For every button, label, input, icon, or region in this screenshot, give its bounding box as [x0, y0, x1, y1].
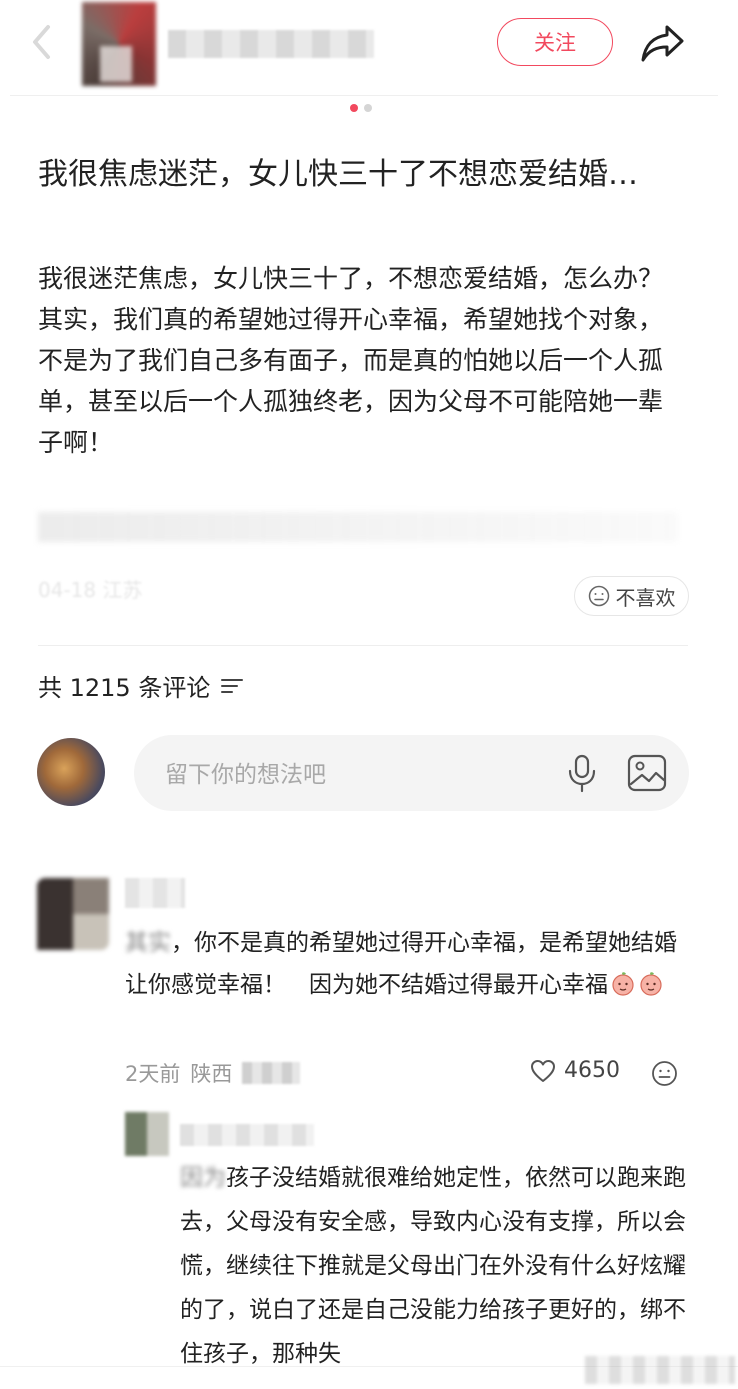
comment-time: 2天前 [125, 1062, 181, 1086]
dislike-label: 不喜欢 [615, 585, 676, 610]
reply-link[interactable] [242, 1062, 301, 1084]
post-body-paragraph: 我很迷茫焦虑，女儿快三十了，不想恋爱结婚，怎么办？ [38, 264, 664, 293]
current-user-avatar[interactable] [37, 738, 105, 806]
reply-text: 因为孩子没结婚就很难给她定性，依然可以跑来跑去，父母没有安全感，导致内心没有支撑… [180, 1156, 688, 1376]
comment-meta: 2天前 陕西 [125, 1058, 301, 1088]
replier-name[interactable] [180, 1124, 314, 1146]
post-tags [38, 512, 678, 542]
author-name[interactable] [168, 30, 374, 58]
post-body: 我很迷茫焦虑，女儿快三十了，不想恋爱结婚，怎么办？ 其实，我们真的希望她过得开心… [38, 258, 678, 463]
comment-text: 其实，你不是真的希望她过得开心幸福，是希望她结婚让你感觉幸福！ 因为她不结婚过得… [125, 922, 690, 1006]
comment-like-button[interactable]: 4650 [530, 1058, 620, 1083]
carousel-indicator [350, 104, 372, 112]
image-icon[interactable] [627, 754, 667, 792]
comment-location: 陕西 [190, 1062, 233, 1086]
peach-emoji-icon [612, 972, 634, 996]
reply-text-lead: 因为 [180, 1165, 226, 1191]
neutral-face-icon [588, 585, 609, 607]
dislike-button[interactable]: 不喜欢 [574, 576, 689, 616]
peach-emoji-icon [640, 972, 662, 996]
follow-button[interactable]: 关注 [497, 18, 613, 66]
watermark [585, 1356, 735, 1384]
back-icon[interactable] [30, 24, 52, 60]
share-icon[interactable] [640, 22, 686, 64]
heart-icon [531, 1059, 555, 1082]
comments-count: 共 1215 条评论 [38, 668, 244, 703]
post-body-paragraph: 其实，我们真的希望她过得开心幸福，希望她找个对象，不是为了我们自己多有面子，而是… [38, 305, 664, 457]
author-avatar[interactable] [82, 2, 156, 86]
commenter-avatar[interactable] [37, 878, 109, 950]
post-title: 我很焦虑迷茫，女儿快三十了不想恋爱结婚… [38, 157, 638, 192]
section-divider [38, 645, 688, 646]
post-date-location: 04-18 江苏 [38, 578, 143, 602]
comment-input-placeholder[interactable]: 留下你的想法吧 [165, 755, 326, 789]
comment-text-body: ，你不是真的希望她过得开心幸福，是希望她结婚让你感觉幸福！ 因为她不结婚过得最开… [125, 930, 677, 998]
comment-text-lead: 其实 [125, 930, 171, 956]
comment-like-count: 4650 [564, 1058, 620, 1083]
microphone-icon[interactable] [565, 753, 599, 793]
reply-text-body: 孩子没结婚就很难给她定性，依然可以跑来跑去，父母没有安全感，导致内心没有支撑，所… [180, 1165, 686, 1367]
replier-avatar[interactable] [125, 1112, 169, 1156]
carousel-dot [364, 104, 372, 112]
header-divider [10, 95, 718, 96]
sort-icon[interactable] [220, 676, 244, 696]
carousel-dot-active [350, 104, 358, 112]
commenter-name[interactable] [125, 878, 185, 908]
emoji-reaction-icon[interactable] [651, 1060, 678, 1087]
comments-count-label: 共 1215 条评论 [38, 674, 211, 702]
